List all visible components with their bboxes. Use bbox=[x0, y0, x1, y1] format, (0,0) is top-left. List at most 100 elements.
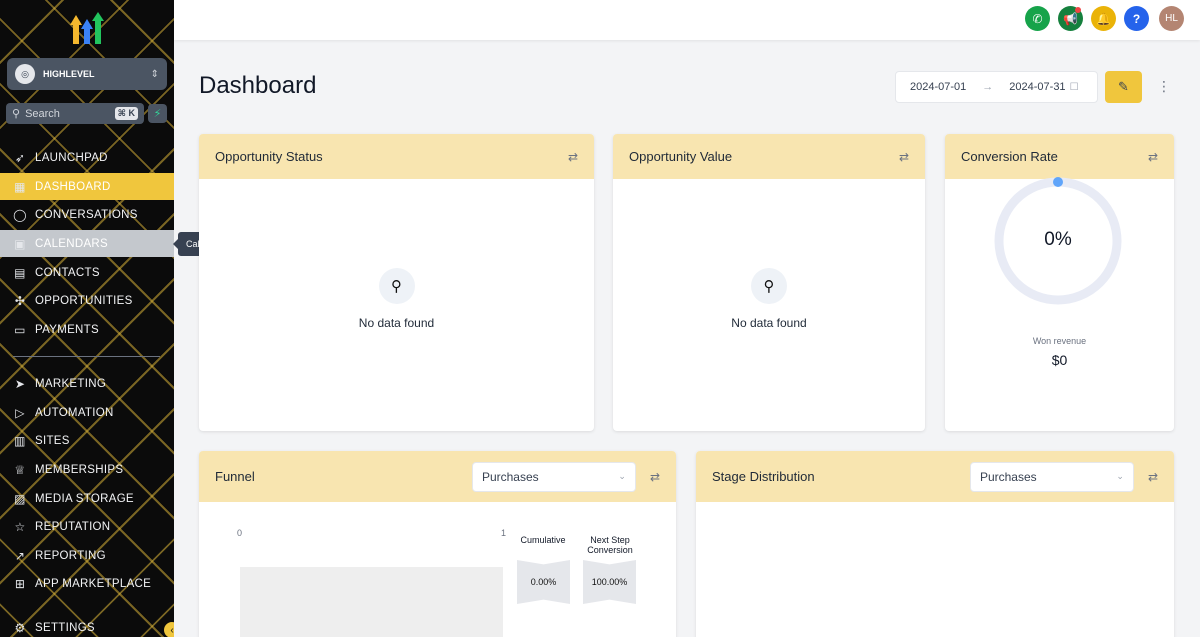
sidebar-item-app-marketplace[interactable]: ⊞ APP MARKETPLACE bbox=[0, 570, 174, 597]
collapse-sidebar-chevron-icon[interactable]: ‹ bbox=[164, 622, 174, 637]
select-value: Purchases bbox=[979, 469, 1037, 484]
highlevel-logo-icon[interactable] bbox=[70, 12, 104, 44]
conversion-gauge: 0% bbox=[992, 175, 1124, 307]
sidebar-item-contacts[interactable]: ▤ CONTACTS bbox=[0, 259, 174, 286]
empty-message: No data found bbox=[731, 316, 807, 330]
sidebar-item-opportunities[interactable]: ✣ OPPORTUNITIES bbox=[0, 287, 174, 314]
chevron-down-icon: ⌄ bbox=[1116, 471, 1124, 481]
funnel-bar bbox=[240, 567, 503, 637]
sidebar-item-label: MEMBERSHIPS bbox=[35, 463, 124, 476]
sidebar-item-payments[interactable]: ▭ PAYMENTS bbox=[0, 316, 174, 343]
empty-message: No data found bbox=[358, 316, 435, 330]
rocket-icon: ➶ bbox=[14, 150, 26, 165]
funnel-pipeline-select[interactable]: Purchases ⌄ bbox=[471, 461, 636, 492]
filter-icon[interactable]: ⇄ bbox=[568, 150, 578, 164]
quick-action-bolt-icon[interactable]: ⚡ bbox=[148, 104, 167, 123]
filter-icon[interactable]: ⇄ bbox=[1148, 150, 1158, 164]
sidebar-item-label: AUTOMATION bbox=[35, 406, 114, 419]
sidebar-item-label: MARKETING bbox=[35, 377, 107, 390]
sidebar-item-label: SITES bbox=[35, 434, 70, 447]
bell-icon[interactable]: 🔔 bbox=[1091, 6, 1116, 31]
search-input[interactable]: ⚲ Search ⌘ K bbox=[6, 103, 144, 124]
next-step-header: Next Step Conversion bbox=[587, 535, 633, 555]
account-name: HIGHLEVEL bbox=[43, 69, 95, 79]
select-value: Purchases bbox=[481, 469, 539, 484]
card-title: Stage Distribution bbox=[712, 469, 815, 484]
sidebar-item-label: REPORTING bbox=[35, 549, 106, 562]
sidebar-item-marketing[interactable]: ➤ MARKETING bbox=[0, 370, 174, 397]
sites-icon: ▥ bbox=[14, 433, 26, 448]
sidebar-item-label: PAYMENTS bbox=[35, 323, 99, 336]
trend-icon: ↗ bbox=[14, 548, 26, 563]
user-avatar[interactable]: HL bbox=[1159, 6, 1184, 31]
more-options-icon[interactable]: ⋮ bbox=[1157, 78, 1171, 95]
sidebar-item-label: LAUNCHPAD bbox=[35, 151, 108, 164]
date-range-picker[interactable]: 2024-07-01 → 2024-07-31 ☐ bbox=[895, 71, 1098, 103]
search-shortcut: ⌘ K bbox=[114, 107, 138, 120]
search-placeholder: Search bbox=[25, 107, 60, 120]
empty-state: ⚲ No data found bbox=[613, 268, 925, 330]
sidebar-item-label: MEDIA STORAGE bbox=[35, 492, 134, 505]
card-header: Funnel Purchases ⌄ ⇄ bbox=[199, 451, 676, 502]
sidebar-item-conversations[interactable]: ◯ CONVERSATIONS bbox=[0, 201, 174, 228]
megaphone-icon[interactable]: 📢 bbox=[1058, 6, 1083, 31]
card-header: Conversion Rate ⇄ bbox=[945, 134, 1174, 179]
contacts-icon: ▤ bbox=[14, 265, 26, 280]
sidebar-item-label: CONTACTS bbox=[35, 266, 100, 279]
sidebar-item-media-storage[interactable]: ▨ MEDIA STORAGE bbox=[0, 485, 174, 512]
won-revenue-label: Won revenue bbox=[1032, 336, 1087, 346]
empty-state: ⚲ No data found bbox=[199, 268, 594, 330]
help-icon[interactable]: ? bbox=[1124, 6, 1149, 31]
sidebar-item-label: CONVERSATIONS bbox=[35, 208, 138, 221]
next-step-value: 100.00% bbox=[583, 560, 636, 604]
sidebar-item-label: SETTINGS bbox=[35, 621, 95, 634]
calendar-icon: ☐ bbox=[1069, 81, 1079, 93]
membership-icon: ♕ bbox=[14, 462, 26, 477]
chevron-down-icon: ⌄ bbox=[618, 471, 626, 481]
search-icon: ⚲ bbox=[378, 268, 415, 304]
arrow-right-icon: → bbox=[982, 81, 994, 93]
card-title: Opportunity Status bbox=[215, 149, 323, 164]
conversion-rate-card: Conversion Rate ⇄ 0% Won revenue $0 bbox=[945, 134, 1174, 431]
payments-icon: ▭ bbox=[14, 322, 26, 337]
sidebar-item-calendars[interactable]: ▣ CALENDARS bbox=[0, 230, 174, 257]
sidebar-item-launchpad[interactable]: ➶ LAUNCHPAD bbox=[0, 144, 174, 171]
stage-pipeline-select[interactable]: Purchases ⌄ bbox=[969, 461, 1134, 492]
star-icon: ☆ bbox=[14, 519, 26, 534]
filter-icon[interactable]: ⇄ bbox=[899, 150, 909, 164]
edit-dashboard-button[interactable]: ✎ bbox=[1105, 71, 1142, 103]
apps-icon: ⊞ bbox=[14, 576, 26, 591]
sidebar-item-label: REPUTATION bbox=[35, 520, 111, 533]
account-avatar-icon: ◎ bbox=[15, 64, 35, 84]
sidebar-item-automation[interactable]: ▷ AUTOMATION bbox=[0, 399, 174, 426]
opportunity-status-card: Opportunity Status ⇄ ⚲ No data found bbox=[199, 134, 594, 431]
opportunity-value-card: Opportunity Value ⇄ ⚲ No data found bbox=[613, 134, 925, 431]
calendar-icon: ▣ bbox=[14, 236, 26, 251]
account-switcher[interactable]: ◎ HIGHLEVEL ⇕ bbox=[7, 58, 167, 90]
sidebar-item-reporting[interactable]: ↗ REPORTING bbox=[0, 542, 174, 569]
filter-icon[interactable]: ⇄ bbox=[1148, 470, 1158, 484]
card-title: Opportunity Value bbox=[629, 149, 733, 164]
phone-icon[interactable]: ✆ bbox=[1025, 6, 1050, 31]
sidebar-divider bbox=[13, 356, 160, 357]
filter-icon[interactable]: ⇄ bbox=[650, 470, 660, 484]
sidebar-item-memberships[interactable]: ♕ MEMBERSHIPS bbox=[0, 456, 174, 483]
sidebar-item-settings[interactable]: ⚙ SETTINGS bbox=[0, 614, 174, 637]
sidebar-item-label: DASHBOARD bbox=[35, 180, 111, 193]
card-title: Conversion Rate bbox=[961, 149, 1058, 164]
chat-icon: ◯ bbox=[13, 207, 27, 222]
chevron-updown-icon: ⇕ bbox=[150, 68, 159, 80]
image-icon: ▨ bbox=[14, 491, 26, 506]
cumulative-value: 0.00% bbox=[517, 560, 570, 604]
conversion-percent: 0% bbox=[1044, 229, 1072, 250]
search-icon: ⚲ bbox=[12, 108, 21, 120]
card-header: Opportunity Value ⇄ bbox=[613, 134, 925, 179]
funnel-axis-max: 1 bbox=[501, 528, 507, 538]
stage-distribution-card: Stage Distribution Purchases ⌄ ⇄ bbox=[696, 451, 1174, 637]
sidebar-item-dashboard[interactable]: ▦ DASHBOARD bbox=[0, 173, 174, 200]
network-icon: ✣ bbox=[14, 293, 26, 308]
sidebar: ◎ HIGHLEVEL ⇕ ⚲ Search ⌘ K ⚡ ➶ LAUNCHPAD ▦… bbox=[0, 0, 174, 637]
sidebar-item-reputation[interactable]: ☆ REPUTATION bbox=[0, 513, 174, 540]
sidebar-item-sites[interactable]: ▥ SITES bbox=[0, 427, 174, 454]
send-icon: ➤ bbox=[14, 376, 26, 391]
